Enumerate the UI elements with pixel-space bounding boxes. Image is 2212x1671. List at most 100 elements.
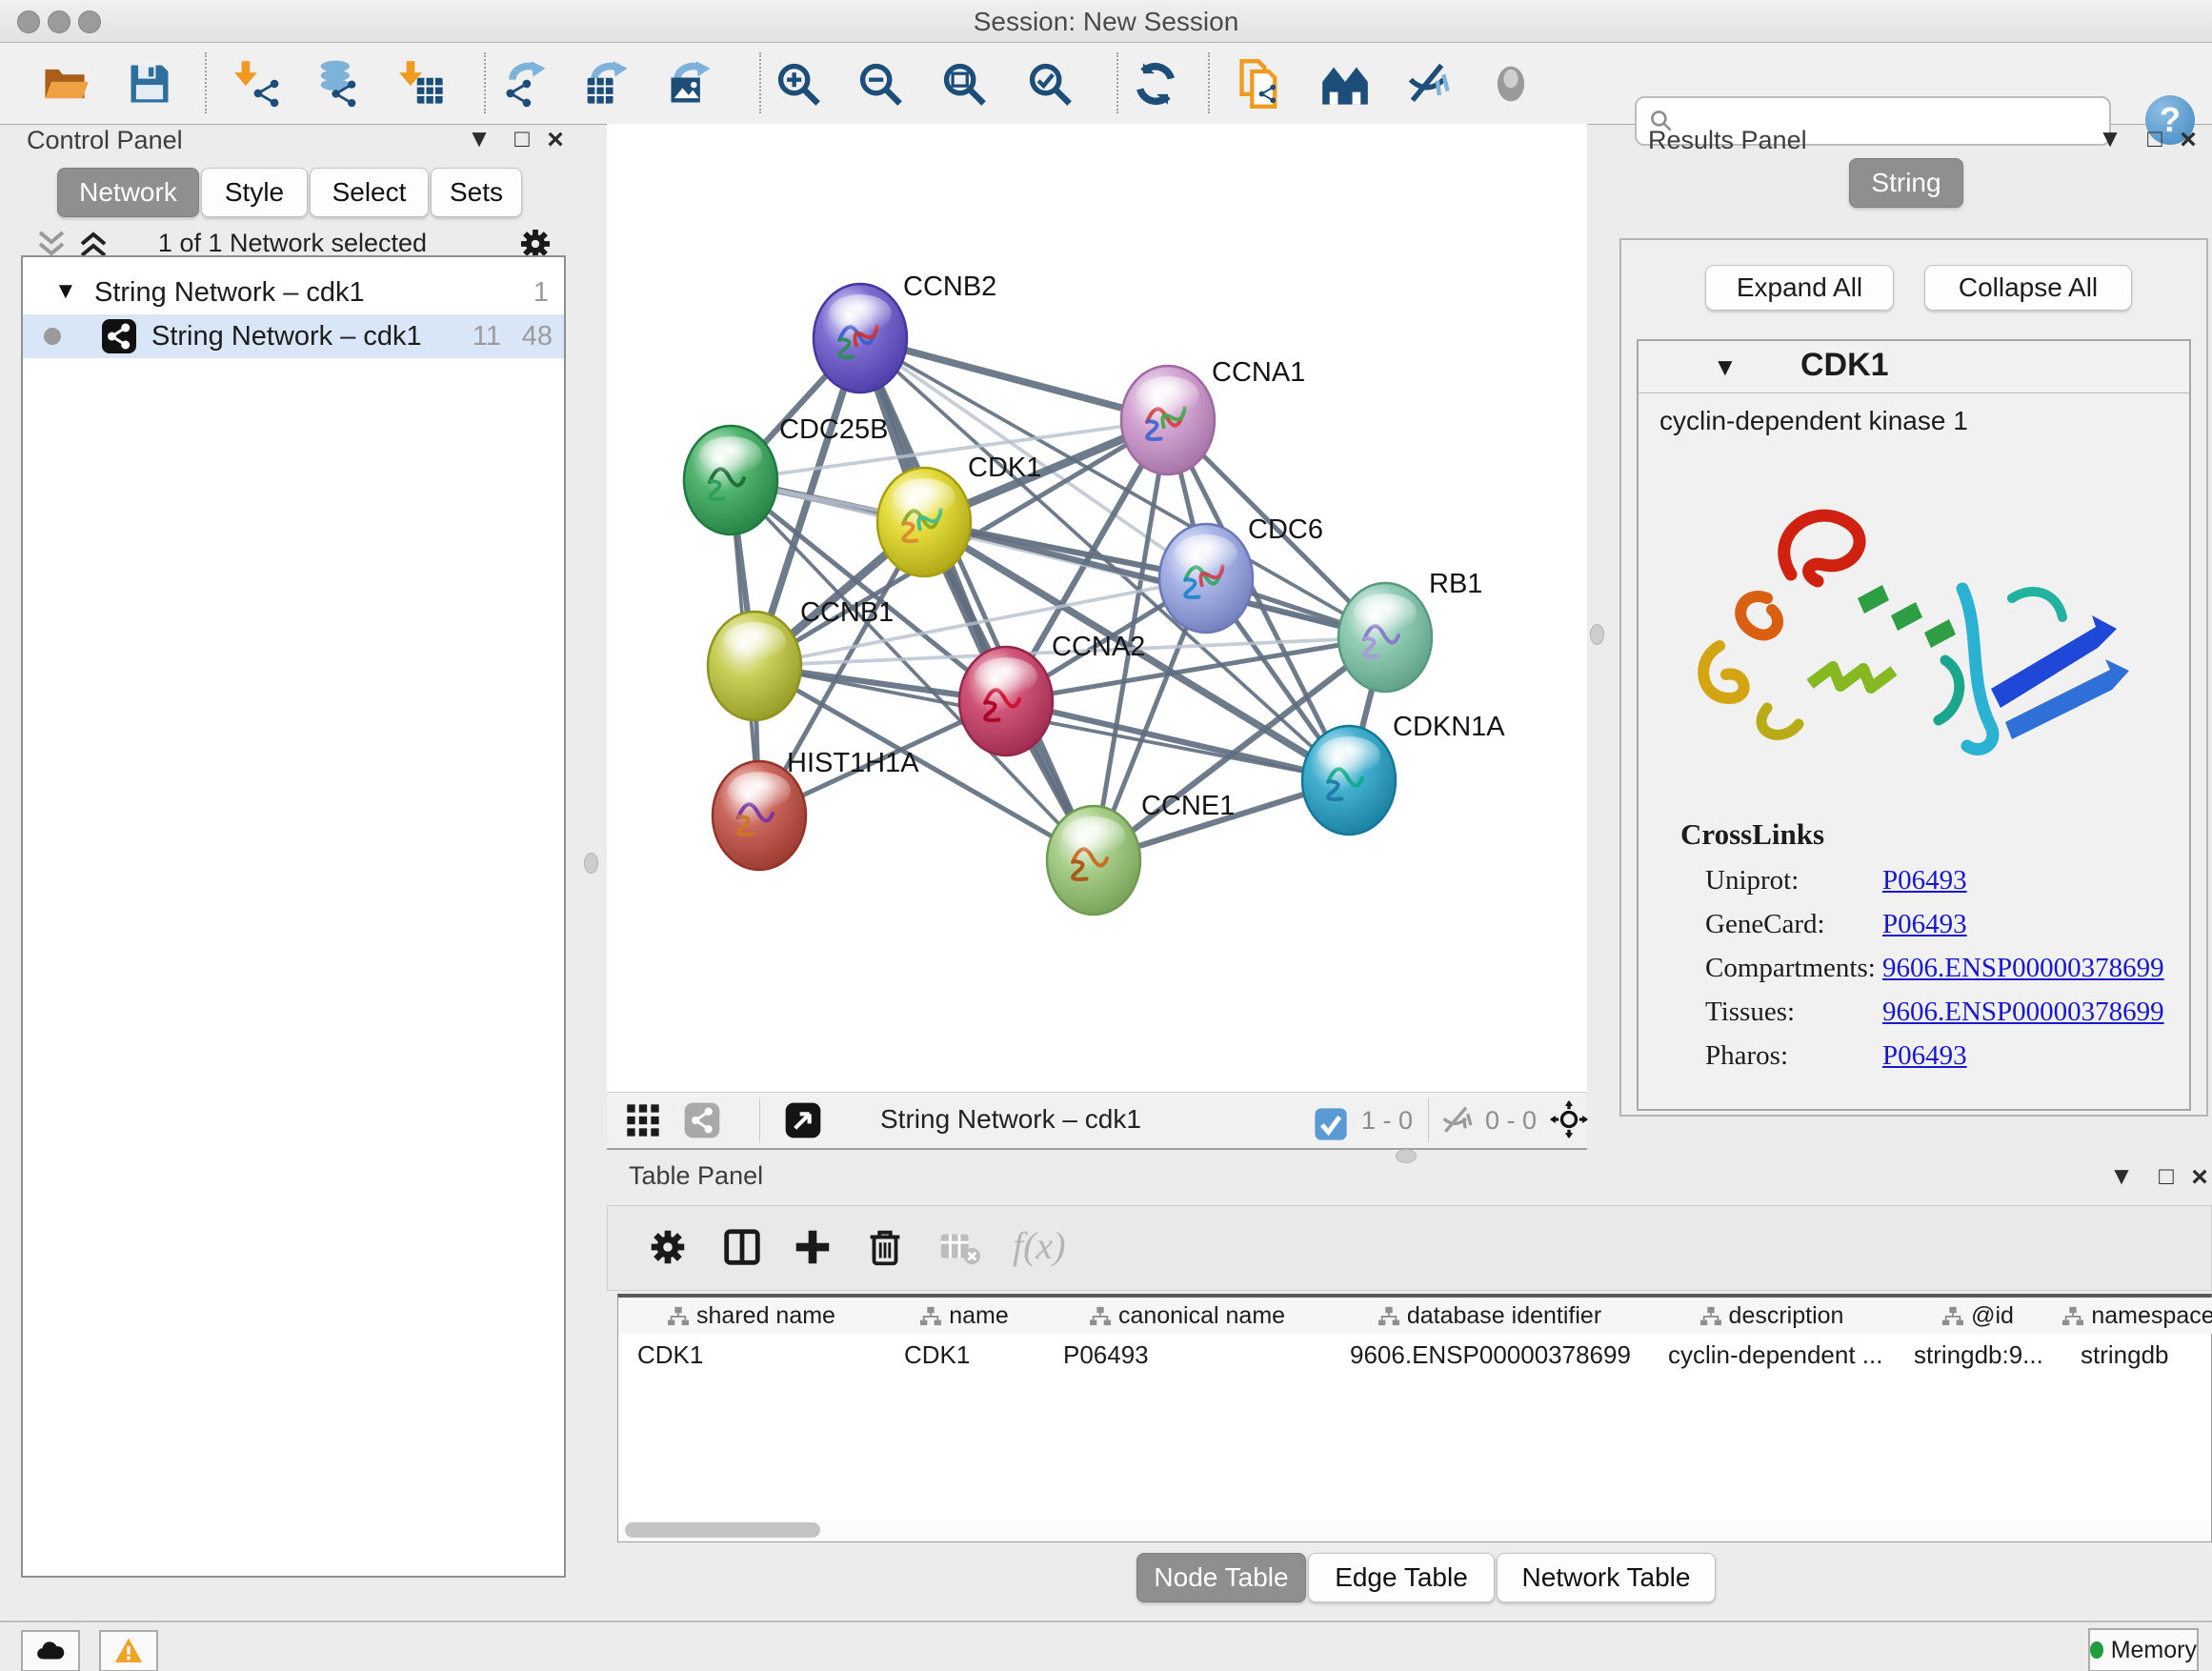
network-node-hist1h1a[interactable]: HIST1H1A xyxy=(713,748,919,871)
network-row-selected[interactable]: String Network – cdk1 11 48 xyxy=(23,314,564,358)
hide-selected-icon[interactable] xyxy=(1398,56,1457,111)
crosslink-link[interactable]: P06493 xyxy=(1882,865,1967,896)
network-snapshot-icon[interactable] xyxy=(1231,56,1290,111)
function-builder-icon[interactable]: f(x) xyxy=(1013,1223,1066,1268)
memory-status-dot xyxy=(2090,1641,2103,1659)
expand-all-button[interactable]: Expand All xyxy=(1705,265,1894,311)
column-header-name[interactable]: name xyxy=(885,1298,1045,1334)
show-graphics-details-icon[interactable] xyxy=(1481,56,1540,111)
column-header--id[interactable]: @id xyxy=(1895,1298,2062,1334)
save-session-icon[interactable] xyxy=(120,56,179,111)
tab-node-table[interactable]: Node Table xyxy=(1136,1553,1306,1602)
table-cell[interactable]: P06493 xyxy=(1044,1335,1331,1375)
import-network-database-icon[interactable] xyxy=(308,56,367,111)
import-table-file-icon[interactable] xyxy=(393,56,452,111)
selected-checkbox-icon[interactable] xyxy=(1312,1105,1352,1143)
memory-button[interactable]: Memory xyxy=(2088,1628,2199,1671)
export-table-icon[interactable] xyxy=(577,56,636,111)
panel-close-icon[interactable]: × xyxy=(2172,124,2204,156)
panel-close-icon[interactable]: × xyxy=(2183,1161,2212,1194)
tree-expand-icon[interactable]: ▼ xyxy=(54,278,77,305)
network-canvas[interactable]: CCNB2CCNA1CDC25BCDK1CDC6RB1CCNB1CCNA2CDK… xyxy=(607,124,1587,1092)
cloud-icon[interactable] xyxy=(21,1630,80,1671)
table-cell[interactable]: stringdb xyxy=(2061,1335,2212,1375)
table-cell[interactable]: 9606.ENSP00000378699 xyxy=(1331,1335,1649,1375)
network-node-rb1[interactable]: RB1 xyxy=(1338,569,1482,693)
show-all-networks-icon[interactable] xyxy=(1316,56,1375,111)
table-horizontal-scrollbar[interactable] xyxy=(619,1520,2210,1540)
title-bar: Session: New Session xyxy=(0,0,2212,43)
hidden-count: 0 - 0 xyxy=(1485,1106,1537,1136)
warning-icon[interactable] xyxy=(99,1630,158,1671)
network-node-ccna2[interactable]: CCNA2 xyxy=(959,632,1145,756)
birdseye-view-icon[interactable] xyxy=(683,1101,723,1139)
separator xyxy=(1428,1098,1429,1142)
node-label: CCNB2 xyxy=(903,272,996,302)
zoom-in-icon[interactable] xyxy=(769,56,828,111)
section-expand-icon[interactable]: ▼ xyxy=(1713,352,1738,382)
tab-network[interactable]: Network xyxy=(57,168,199,217)
export-image-icon[interactable] xyxy=(660,56,719,111)
fit-content-icon[interactable] xyxy=(784,1101,824,1139)
zoom-fit-icon[interactable] xyxy=(935,56,994,111)
right-splitter-handle[interactable] xyxy=(1590,624,1604,645)
panel-float-icon[interactable]: □ xyxy=(506,124,538,153)
crosslink-link[interactable]: 9606.ENSP00000378699 xyxy=(1882,997,2164,1028)
tab-network-table[interactable]: Network Table xyxy=(1497,1553,1716,1602)
zoom-selected-icon[interactable] xyxy=(1020,56,1079,111)
export-network-icon[interactable] xyxy=(495,56,554,111)
tab-select[interactable]: Select xyxy=(310,168,429,217)
gene-card-header[interactable]: ▼ CDK1 xyxy=(1639,341,2189,393)
column-header-namespace[interactable]: namespace xyxy=(2061,1298,2212,1334)
table-cell[interactable]: CDK1 xyxy=(885,1335,1044,1375)
crosslink-link[interactable]: P06493 xyxy=(1882,1040,1967,1072)
network-node-cdc25b[interactable]: CDC25B xyxy=(684,414,888,535)
column-header-shared-name[interactable]: shared name xyxy=(618,1298,886,1334)
show-columns-icon[interactable] xyxy=(720,1225,766,1271)
open-session-icon[interactable] xyxy=(35,56,94,111)
collapse-all-button[interactable]: Collapse All xyxy=(1924,265,2132,311)
zoom-out-icon[interactable] xyxy=(851,56,910,111)
panel-float-icon[interactable]: □ xyxy=(2150,1161,2182,1191)
network-node-ccna1[interactable]: CCNA1 xyxy=(1121,357,1305,475)
panel-float-icon[interactable]: □ xyxy=(2139,124,2171,153)
tab-edge-table[interactable]: Edge Table xyxy=(1308,1553,1495,1602)
column-header-canonical-name[interactable]: canonical name xyxy=(1044,1298,1332,1334)
add-column-icon[interactable] xyxy=(791,1225,836,1271)
node-label: RB1 xyxy=(1429,569,1482,599)
node-label: CCNA2 xyxy=(1052,632,1145,662)
pan-crosshair-icon[interactable] xyxy=(1550,1100,1590,1138)
panel-collapse-icon[interactable]: ▼ xyxy=(2105,1161,2138,1191)
network-edge-count: 48 xyxy=(522,321,553,352)
left-splitter-handle[interactable] xyxy=(584,853,598,874)
network-node-ccnb2[interactable]: CCNB2 xyxy=(814,272,996,393)
tab-sets[interactable]: Sets xyxy=(431,168,522,217)
column-header-description[interactable]: description xyxy=(1649,1298,1896,1334)
panel-close-icon[interactable]: × xyxy=(539,124,572,156)
node-table[interactable]: shared namenamecanonical namedatabase id… xyxy=(617,1294,2212,1542)
table-cell[interactable]: stringdb:9... xyxy=(1895,1335,2061,1375)
import-network-file-icon[interactable] xyxy=(229,56,288,111)
network-name: String Network – cdk1 xyxy=(151,321,422,352)
crosslink-link[interactable]: P06493 xyxy=(1882,909,1967,940)
table-cell[interactable]: CDK1 xyxy=(618,1335,885,1375)
table-cell[interactable]: cyclin-dependent ... xyxy=(1649,1335,1895,1375)
delete-table-icon[interactable] xyxy=(937,1225,983,1271)
tab-style[interactable]: Style xyxy=(201,168,308,217)
column-header-database-identifier[interactable]: database identifier xyxy=(1331,1298,1650,1334)
network-collection-row[interactable]: ▼ String Network – cdk1 1 xyxy=(23,271,564,314)
hidden-eye-icon[interactable] xyxy=(1438,1101,1478,1139)
panel-collapse-icon[interactable]: ▼ xyxy=(2094,124,2126,153)
toolbar-separator xyxy=(484,52,486,113)
update-network-icon[interactable] xyxy=(1126,56,1185,111)
network-node-cdkn1a[interactable]: CDKN1A xyxy=(1302,712,1505,836)
network-node-ccne1[interactable]: CCNE1 xyxy=(1047,791,1235,916)
crosslink-link[interactable]: 9606.ENSP00000378699 xyxy=(1882,953,2164,984)
panel-collapse-icon[interactable]: ▼ xyxy=(463,124,495,153)
delete-column-icon[interactable] xyxy=(863,1225,909,1271)
toolbar-separator xyxy=(1116,52,1118,113)
scrollbar-thumb[interactable] xyxy=(625,1522,820,1538)
tab-string[interactable]: String xyxy=(1849,158,1963,208)
grid-view-icon[interactable] xyxy=(624,1101,664,1139)
table-settings-gear-icon[interactable] xyxy=(646,1225,692,1271)
